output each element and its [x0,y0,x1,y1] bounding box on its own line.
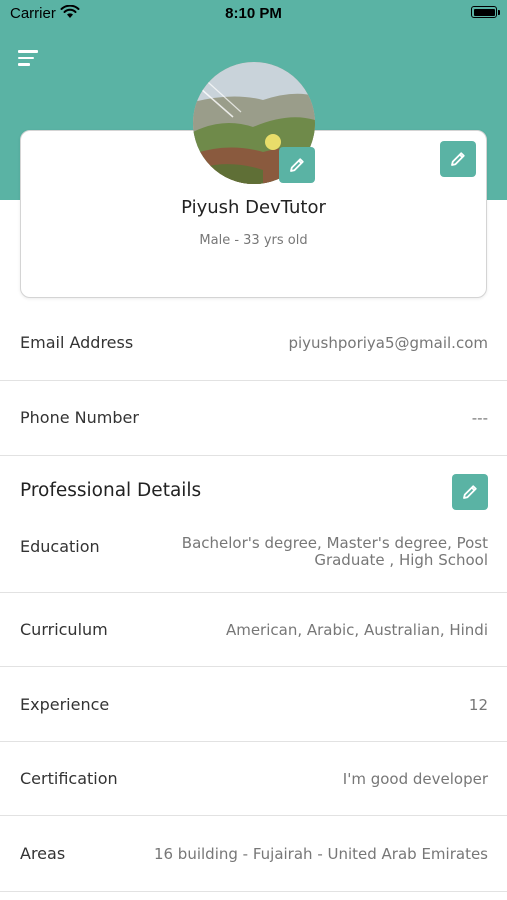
experience-label: Experience [20,695,110,714]
education-row: Education Bachelor's degree, Master's de… [0,456,507,593]
areas-row: Areas 16 building - Fujairah - United Ar… [0,816,507,892]
curriculum-row: Curriculum American, Arabic, Australian,… [0,593,507,667]
curriculum-value: American, Arabic, Australian, Hindi [225,621,488,639]
battery-icon [471,6,500,18]
areas-label: Areas [20,844,66,863]
phone-label: Phone Number [20,408,139,427]
experience-row: Experience 12 [0,667,507,742]
email-value: piyushporiya5@gmail.com [288,334,488,352]
clock: 8:10 PM [225,5,282,22]
education-value-line2: Graduate , High School [314,551,488,569]
status-bar: Carrier 8:10 PM [0,0,507,28]
pencil-icon [451,152,465,166]
edit-professional-button[interactable] [452,474,488,510]
education-label: Education [20,537,100,556]
certification-label: Certification [20,769,118,788]
certification-value: I'm good developer [342,770,488,788]
areas-value: 16 building - Fujairah - United Arab Emi… [153,845,488,863]
education-value-line1: Bachelor's degree, Master's degree, Post [181,534,488,552]
phone-value: --- [471,409,488,427]
experience-value: 12 [468,696,488,714]
email-row: Email Address piyushporiya5@gmail.com [0,306,507,381]
certification-row: Certification I'm good developer [0,742,507,816]
edit-profile-button[interactable] [440,141,476,177]
pencil-icon [463,485,477,499]
curriculum-label: Curriculum [20,620,108,639]
email-label: Email Address [20,333,134,352]
edit-photo-button[interactable] [279,147,315,183]
profile-name: Piyush DevTutor [181,197,326,218]
phone-row: Phone Number --- [0,381,507,456]
menu-icon[interactable] [18,50,38,68]
pencil-icon [290,158,304,172]
profile-subtitle: Male - 33 yrs old [199,233,308,248]
